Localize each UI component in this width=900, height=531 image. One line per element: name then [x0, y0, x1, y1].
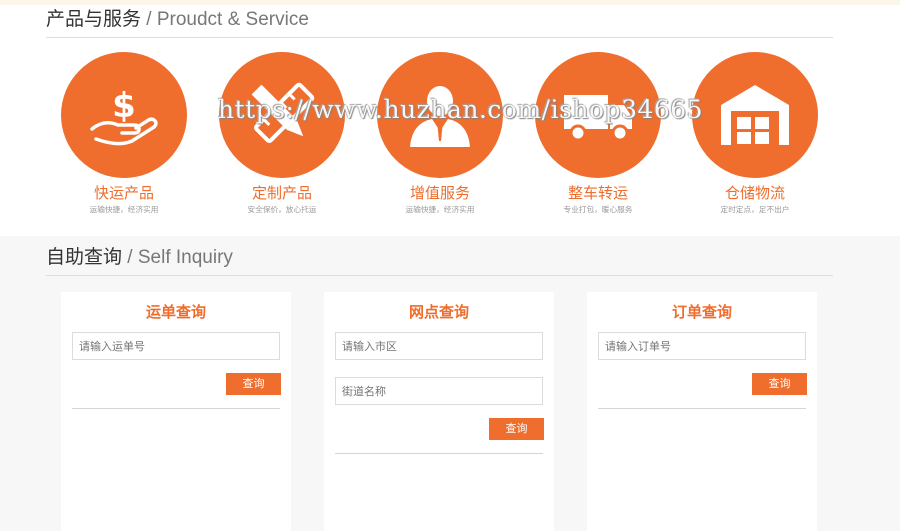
- card-divider: [72, 408, 280, 409]
- service-item-custom[interactable]: 定制产品 安全保价，放心托运: [219, 52, 345, 216]
- order-query-button[interactable]: 查询: [752, 373, 807, 395]
- card-divider: [598, 408, 806, 409]
- card-divider: [335, 453, 543, 454]
- svg-text:$: $: [112, 86, 136, 126]
- service-desc: 运输快捷，经济实用: [89, 205, 159, 215]
- order-inquiry-card: 订单查询 查询: [587, 292, 817, 531]
- service-desc: 运输快捷，经济实用: [405, 205, 475, 215]
- inquiry-divider: [46, 275, 833, 276]
- order-number-input[interactable]: [598, 332, 806, 360]
- order-card-title: 订单查询: [671, 303, 732, 321]
- service-circle: $: [61, 52, 187, 178]
- inquiry-heading-zh: 自助查询: [46, 246, 123, 268]
- service-item-value-added[interactable]: 增值服务 运输快捷，经济实用: [377, 52, 503, 216]
- service-item-truck-transfer[interactable]: 整车转运 专业打包，暖心服务: [535, 52, 661, 216]
- warehouse-icon: [721, 85, 789, 145]
- street-input[interactable]: [335, 377, 543, 405]
- inquiry-heading: 自助查询 / Self Inquiry: [46, 245, 233, 270]
- inquiry-heading-en: / Self Inquiry: [122, 247, 233, 268]
- service-desc: 安全保价，放心托运: [247, 205, 317, 215]
- service-item-express[interactable]: $ 快运产品 运输快捷，经济实用: [61, 52, 187, 216]
- services-heading-zh: 产品与服务: [46, 8, 142, 30]
- outlet-query-button[interactable]: 查询: [489, 418, 544, 440]
- service-title: 定制产品: [251, 184, 312, 202]
- outlet-inquiry-card: 网点查询 查询: [324, 292, 554, 531]
- service-desc: 定时定点，足不出户: [720, 205, 790, 215]
- watermark-text: https://www.huzhan.com/ishop34665: [218, 95, 704, 124]
- waybill-number-input[interactable]: [72, 332, 280, 360]
- service-title: 仓储物流: [724, 184, 785, 202]
- service-desc: 专业打包，暖心服务: [563, 205, 633, 215]
- waybill-query-button[interactable]: 查询: [226, 373, 281, 395]
- service-circle: [692, 52, 818, 178]
- service-title: 快运产品: [93, 184, 154, 202]
- city-input[interactable]: [335, 332, 543, 360]
- service-title: 整车转运: [567, 184, 628, 202]
- services-heading-en: / Proudct & Service: [141, 9, 309, 30]
- waybill-inquiry-card: 运单查询 查询: [61, 292, 291, 531]
- service-item-warehouse[interactable]: 仓储物流 定时定点，足不出户: [692, 52, 818, 216]
- waybill-card-title: 运单查询: [145, 303, 206, 321]
- services-divider: [46, 37, 833, 38]
- services-heading: 产品与服务 / Proudct & Service: [46, 7, 309, 32]
- service-title: 增值服务: [409, 184, 470, 202]
- outlet-card-title: 网点查询: [408, 303, 469, 321]
- money-hand-icon: $: [90, 86, 158, 146]
